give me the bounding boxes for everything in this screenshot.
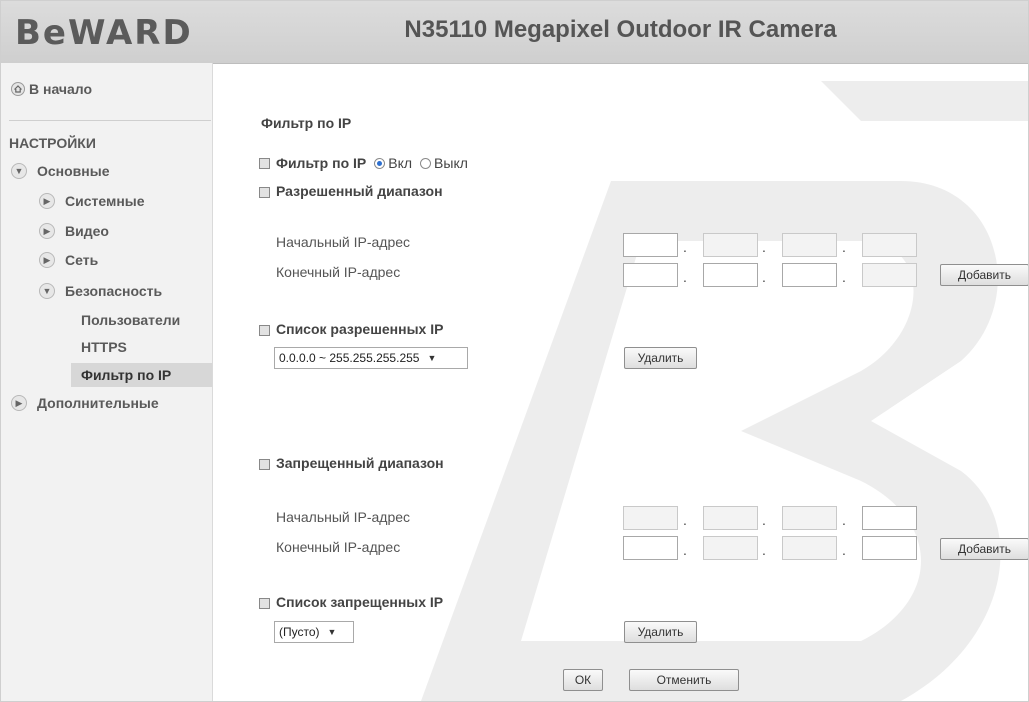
- denied-list-select[interactable]: (Пусто) ▼: [274, 621, 354, 643]
- denied-range-title: Запрещенный диапазон: [259, 455, 444, 471]
- filter-label: Фильтр по IP: [276, 155, 367, 171]
- sidebar-item-advanced-label: Дополнительные: [37, 395, 159, 411]
- ip-dot: .: [762, 512, 766, 528]
- bullet-square-icon: [259, 458, 270, 470]
- denied-end-ip-octet-1[interactable]: [623, 536, 678, 560]
- filter-toggle-row: Фильтр по IP Вкл Выкл: [259, 155, 468, 171]
- bullet-square-icon: [259, 324, 270, 336]
- allowed-end-ip-octet-2[interactable]: [703, 263, 758, 287]
- denied-add-button[interactable]: Добавить: [940, 538, 1028, 560]
- denied-end-label: Конечный IP-адрес: [276, 539, 401, 555]
- allowed-list-select[interactable]: 0.0.0.0 ~ 255.255.255.255 ▼: [274, 347, 468, 369]
- ip-dot: .: [683, 269, 687, 285]
- sidebar-item-https[interactable]: HTTPS: [81, 339, 127, 355]
- beward-logo: BeWARD: [15, 13, 193, 53]
- ip-dot: .: [762, 239, 766, 255]
- denied-end-ip-octet-2[interactable]: [703, 536, 758, 560]
- allowed-end-ip-octet-4[interactable]: [862, 263, 917, 287]
- allowed-end-label: Конечный IP-адрес: [276, 264, 401, 280]
- allowed-list-title: Список разрешенных IP: [259, 321, 443, 337]
- denied-list-select-value: (Пусто): [279, 625, 320, 639]
- allowed-start-ip-octet-4[interactable]: [862, 233, 917, 257]
- chevron-down-icon: ▼: [39, 283, 55, 299]
- bullet-square-icon: [259, 157, 270, 169]
- denied-end-ip-octet-3[interactable]: [782, 536, 837, 560]
- sidebar-section-title: НАСТРОЙКИ: [9, 135, 96, 151]
- section-heading: Фильтр по IP: [261, 115, 352, 131]
- denied-end-ip-octet-4[interactable]: [862, 536, 917, 560]
- denied-start-label: Начальный IP-адрес: [276, 509, 411, 525]
- allowed-add-button[interactable]: Добавить: [940, 264, 1028, 286]
- main-content: Фильтр по IP Фильтр по IP Вкл Выкл Разре…: [213, 63, 1028, 701]
- sidebar-item-basic[interactable]: ▼ Основные: [11, 163, 110, 179]
- sidebar-item-basic-label: Основные: [37, 163, 110, 179]
- bullet-square-icon: [259, 597, 270, 609]
- ip-dot: .: [683, 542, 687, 558]
- denied-start-ip-octet-1[interactable]: [623, 506, 678, 530]
- sidebar-divider: [9, 120, 211, 121]
- cancel-button[interactable]: Отменить: [629, 669, 739, 691]
- denied-list-title: Список запрещенных IP: [259, 594, 443, 610]
- filter-off-radio[interactable]: [420, 157, 432, 169]
- ip-dot: .: [842, 239, 846, 255]
- ip-dot: .: [683, 512, 687, 528]
- ip-dot: .: [762, 542, 766, 558]
- denied-start-ip-octet-3[interactable]: [782, 506, 837, 530]
- bullet-square-icon: [259, 186, 270, 198]
- sidebar-item-ip-filter[interactable]: Фильтр по IP: [81, 367, 171, 383]
- filter-on-label: Вкл: [388, 155, 413, 171]
- allowed-range-title: Разрешенный диапазон: [259, 183, 443, 199]
- chevron-right-icon: ▶: [11, 395, 27, 411]
- ip-dot: .: [842, 512, 846, 528]
- sidebar-item-advanced[interactable]: ▶ Дополнительные: [11, 395, 159, 411]
- denied-start-ip-octet-2[interactable]: [703, 506, 758, 530]
- browser-page: BeWARD N35110 Megapixel Outdoor IR Camer…: [0, 0, 1029, 702]
- caret-down-icon: ▼: [427, 353, 437, 363]
- allowed-delete-button[interactable]: Удалить: [624, 347, 697, 369]
- ip-dot: .: [762, 269, 766, 285]
- allowed-start-label: Начальный IP-адрес: [276, 234, 411, 250]
- allowed-start-ip-octet-3[interactable]: [782, 233, 837, 257]
- chevron-right-icon: ▶: [39, 252, 55, 268]
- filter-on-radio[interactable]: [374, 157, 386, 169]
- home-icon: [11, 82, 25, 96]
- allowed-list-select-value: 0.0.0.0 ~ 255.255.255.255: [279, 351, 420, 365]
- ip-dot: .: [842, 269, 846, 285]
- allowed-start-ip-octet-2[interactable]: [703, 233, 758, 257]
- sidebar-item-network-label: Сеть: [65, 252, 99, 268]
- sidebar-item-home-label: В начало: [29, 81, 93, 97]
- sidebar: В начало НАСТРОЙКИ ▼ Основные ▶ Системны…: [1, 63, 213, 701]
- sidebar-item-home[interactable]: В начало: [11, 81, 92, 97]
- denied-start-ip-octet-4[interactable]: [862, 506, 917, 530]
- page-title: N35110 Megapixel Outdoor IR Camera: [404, 16, 837, 43]
- sidebar-item-security-label: Безопасность: [65, 283, 163, 299]
- allowed-start-ip-octet-1[interactable]: [623, 233, 678, 257]
- ip-dot: .: [683, 239, 687, 255]
- chevron-right-icon: ▶: [39, 223, 55, 239]
- filter-off-label: Выкл: [434, 155, 468, 171]
- chevron-right-icon: ▶: [39, 193, 55, 209]
- denied-delete-button[interactable]: Удалить: [624, 621, 697, 643]
- ok-button[interactable]: ОК: [563, 669, 603, 691]
- sidebar-item-security[interactable]: ▼ Безопасность: [39, 283, 162, 299]
- sidebar-item-video-label: Видео: [65, 223, 109, 239]
- sidebar-item-users[interactable]: Пользователи: [81, 312, 180, 328]
- sidebar-item-system[interactable]: ▶ Системные: [39, 193, 145, 209]
- chevron-down-icon: ▼: [11, 163, 27, 179]
- sidebar-item-video[interactable]: ▶ Видео: [39, 223, 109, 239]
- allowed-end-ip-octet-1[interactable]: [623, 263, 678, 287]
- ip-dot: .: [842, 542, 846, 558]
- allowed-end-ip-octet-3[interactable]: [782, 263, 837, 287]
- header: BeWARD N35110 Megapixel Outdoor IR Camer…: [1, 1, 1028, 64]
- caret-down-icon: ▼: [327, 627, 337, 637]
- sidebar-item-system-label: Системные: [65, 193, 145, 209]
- sidebar-item-network[interactable]: ▶ Сеть: [39, 252, 98, 268]
